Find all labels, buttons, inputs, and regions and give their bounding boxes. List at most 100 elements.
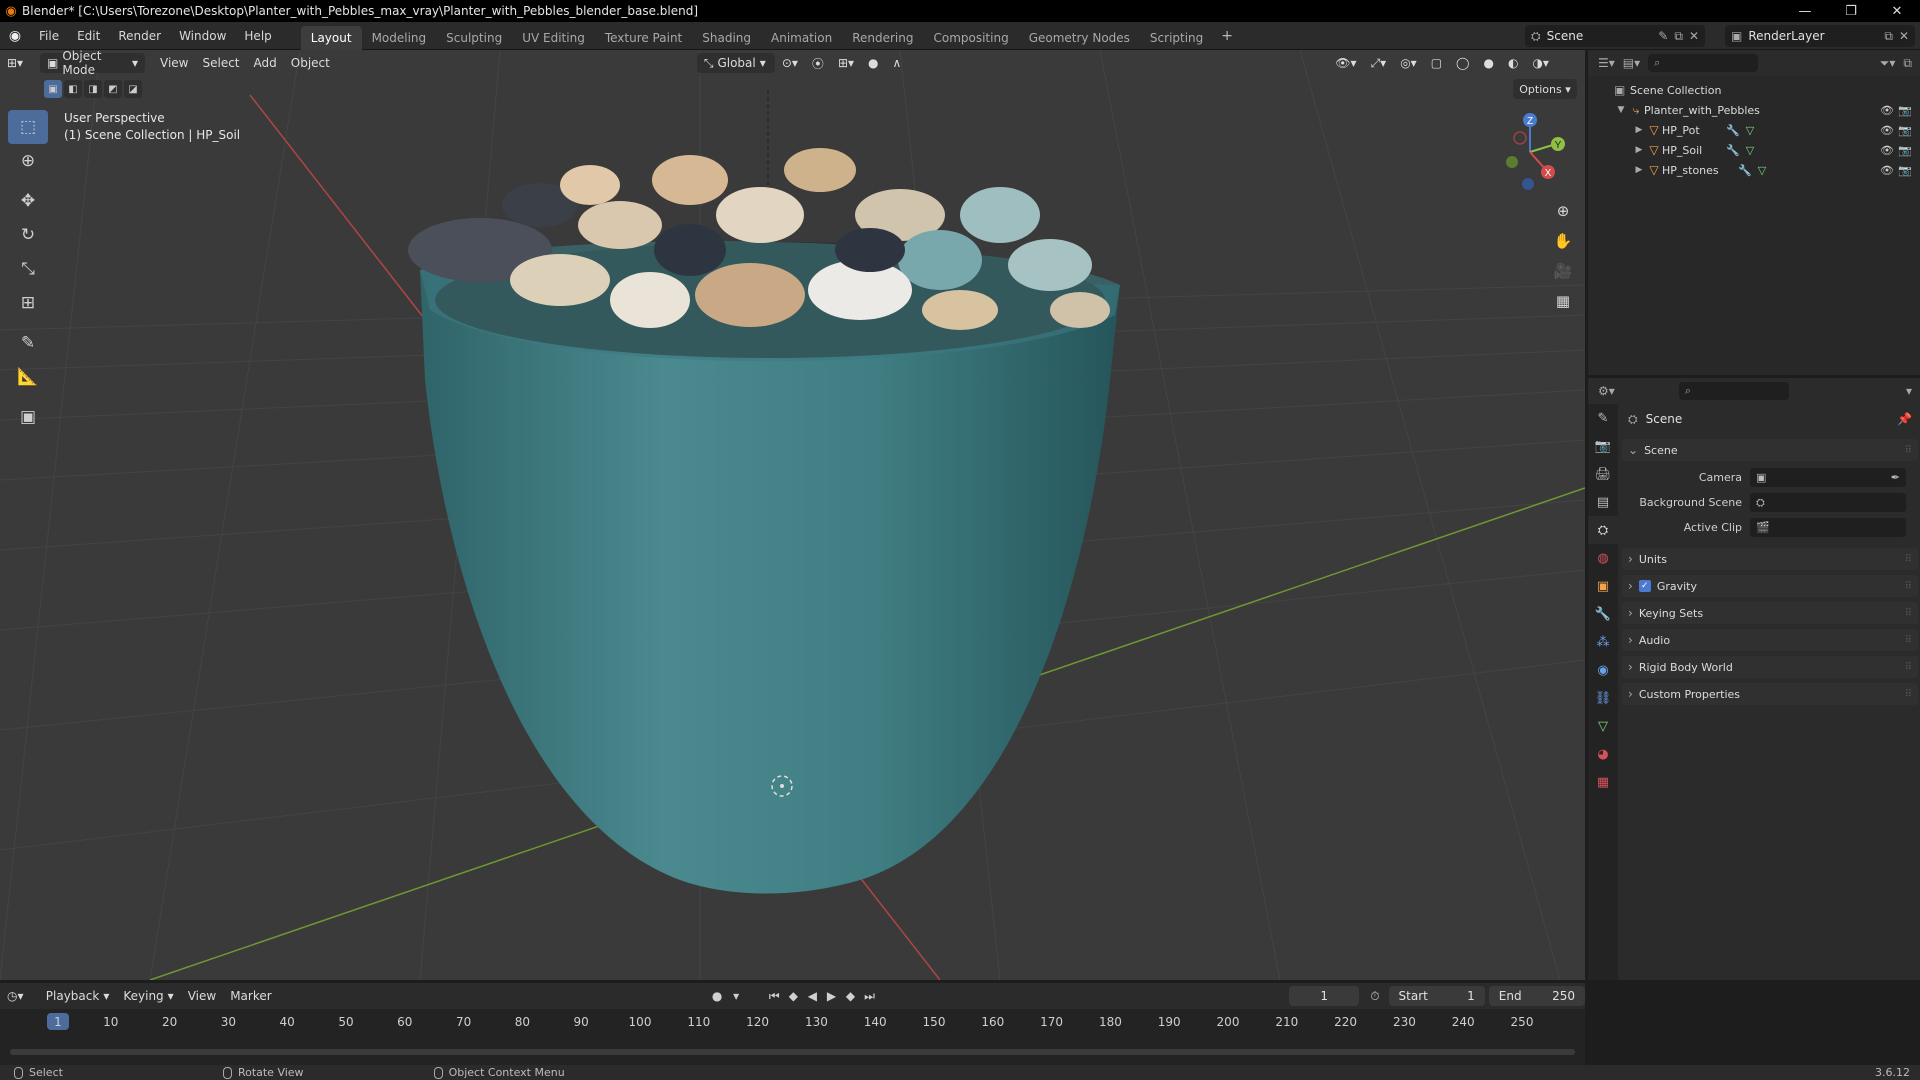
drag-handle-icon[interactable]: ⠿ [1905,689,1912,700]
outliner-row-hp-pot[interactable]: ▶ ▽ HP_Pot 🔧 ▽ 👁 📷 [1588,120,1920,140]
material-tab-icon[interactable]: ◕ [1588,740,1618,768]
view-layer-tab-icon[interactable]: ▤ [1588,488,1618,516]
panel-rigid-body-world[interactable]: › Rigid Body World ⠿ [1622,656,1918,678]
menu-timeline-view[interactable]: View [181,986,223,1006]
scale-tool-icon[interactable]: ⤡ [8,252,48,286]
panel-audio[interactable]: › Audio ⠿ [1622,629,1918,651]
jump-start-icon[interactable]: ⏮ [765,989,784,1004]
tab-shading[interactable]: Shading [692,26,761,50]
drag-handle-icon[interactable]: ⠿ [1905,608,1912,619]
timeline-editor-icon[interactable]: ◷▾ [0,986,39,1006]
menu-edit[interactable]: Edit [68,22,109,50]
menu-object[interactable]: Object [284,53,337,73]
pin-icon[interactable]: 📌 [1897,412,1912,426]
pot-body[interactable] [420,270,1120,894]
tool-tab-icon[interactable]: ✎ [1588,404,1618,432]
eye-icon[interactable]: 👁 [1880,104,1894,117]
camera-icon[interactable]: 📷 [1898,164,1912,177]
mode-dropdown[interactable]: ▣ Object Mode ▾ [40,50,145,77]
panel-custom-properties[interactable]: › Custom Properties ⠿ [1622,683,1918,705]
preview-range-icon[interactable]: ⏱ [1365,989,1384,1004]
menu-keying[interactable]: Keying ▾ [116,986,180,1006]
panel-scene[interactable]: ⌄ Scene ⠿ [1622,439,1918,461]
outliner-search-input[interactable]: ⌕ [1648,54,1759,72]
menu-window[interactable]: Window [170,22,235,50]
rotate-tool-icon[interactable]: ↻ [8,218,48,252]
tab-geometry-nodes[interactable]: Geometry Nodes [1019,26,1140,50]
move-tool-icon[interactable]: ✥ [8,184,48,218]
menu-view[interactable]: View [153,53,195,73]
play-reverse-icon[interactable]: ◀ [803,989,822,1003]
new-collection-icon[interactable]: ⧉ [1903,56,1912,71]
tab-sculpting[interactable]: Sculpting [436,26,512,50]
tab-animation[interactable]: Animation [761,26,842,50]
outliner-row-hp-stones[interactable]: ▶ ▽ HP_stones 🔧 ▽ 👁 📷 [1588,160,1920,180]
menu-help[interactable]: Help [235,22,280,50]
new-scene-icon[interactable]: ⧉ [1674,29,1683,44]
tab-uv-editing[interactable]: UV Editing [512,26,595,50]
drag-handle-icon[interactable]: ⠿ [1905,554,1912,565]
timeline-scrollbar[interactable] [10,1049,1575,1055]
camera-icon[interactable]: 📷 [1898,124,1912,137]
outliner-row-hp-soil[interactable]: ▶ ▽ HP_Soil 🔧 ▽ 👁 📷 [1588,140,1920,160]
menu-playback[interactable]: Playback ▾ [39,986,117,1006]
snap-target-icon[interactable]: ⊞▾ [831,53,861,73]
cursor-tool-icon[interactable]: ⊕ [8,144,48,178]
3d-viewport[interactable]: ⊞▾ ▣ Object Mode ▾ View Select Add Objec… [0,50,1585,980]
tab-texture-paint[interactable]: Texture Paint [595,26,692,50]
select-new-icon[interactable]: ▣ [44,80,62,98]
scene-selector[interactable]: ⛭ Scene ✎ ⧉ ✕ [1525,25,1705,47]
menu-render[interactable]: Render [109,22,170,50]
end-frame-field[interactable]: End 250 [1488,986,1586,1006]
rendered-shading-icon[interactable]: ◑▾ [1525,53,1556,73]
tab-layout[interactable]: Layout [300,25,362,50]
object-tab-icon[interactable]: ▣ [1588,572,1618,600]
outliner-row-collection[interactable]: ▼ ⤷ Planter_with_Pebbles 👁 📷 [1588,100,1920,120]
tab-modeling[interactable]: Modeling [362,26,437,50]
visibility-icon[interactable]: 👁▾ [1328,53,1363,73]
pivot-icon[interactable]: ⊙▾ [775,53,805,73]
texture-tab-icon[interactable]: ▦ [1588,768,1618,796]
jump-end-icon[interactable]: ⏭ [860,989,879,1004]
pin-icon[interactable]: ✎ [1658,29,1668,43]
select-extend-icon[interactable]: ◧ [64,80,82,98]
falloff-icon[interactable]: ∧ [886,53,909,73]
render-tab-icon[interactable]: 📷 [1588,432,1618,460]
data-tab-icon[interactable]: ▽ [1588,712,1618,740]
menu-select[interactable]: Select [195,53,246,73]
drag-handle-icon[interactable]: ⠿ [1905,581,1912,592]
camera-view-icon[interactable]: 🎥 [1548,256,1578,286]
drag-handle-icon[interactable]: ⠿ [1905,662,1912,673]
expand-right-icon[interactable]: ▶ [1632,125,1646,135]
world-tab-icon[interactable]: ◍ [1588,544,1618,572]
annotate-tool-icon[interactable]: ✎ [8,326,48,360]
scene-tab-icon[interactable]: ⛭ [1588,516,1618,544]
camera-icon[interactable]: 📷 [1898,144,1912,157]
transform-tool-icon[interactable]: ⊞ [8,286,48,320]
orientation-dropdown[interactable]: ⤡ Global ▾ [696,53,775,73]
minimize-button[interactable]: — [1782,0,1828,22]
particles-tab-icon[interactable]: ⁂ [1588,628,1618,656]
add-cube-tool-icon[interactable]: ▣ [8,400,48,434]
background-scene-field[interactable]: ⛭ [1750,493,1906,512]
drag-handle-icon[interactable]: ⠿ [1905,445,1912,456]
display-mode-icon[interactable]: ▤▾ [1623,56,1640,70]
panel-units[interactable]: › Units ⠿ [1622,548,1918,570]
properties-editor-icon[interactable]: ⚙▾ [1598,384,1615,398]
outliner-editor-icon[interactable]: ☰▾ [1598,56,1615,70]
expand-down-icon[interactable]: ▼ [1614,105,1628,115]
physics-tab-icon[interactable]: ◉ [1588,656,1618,684]
gizmo-toggle-icon[interactable]: ⤢▾ [1364,53,1394,73]
menu-marker[interactable]: Marker [223,986,278,1006]
options-button[interactable]: Options ▾ [1513,79,1577,99]
tab-scripting[interactable]: Scripting [1140,26,1213,50]
prev-keyframe-icon[interactable]: ◆ [784,989,803,1003]
editor-type-icon[interactable]: ⊞▾ [0,53,40,73]
navigation-gizmo[interactable]: Z Y X [1490,110,1570,190]
outliner-row-scene-collection[interactable]: ▣ Scene Collection [1588,80,1920,100]
expand-right-icon[interactable]: ▶ [1632,145,1646,155]
eye-icon[interactable]: 👁 [1880,124,1894,137]
start-frame-field[interactable]: Start 1 [1388,986,1485,1006]
select-box-tool-icon[interactable]: ⬚ [8,110,48,144]
gravity-checkbox[interactable]: ✓ [1638,580,1651,592]
